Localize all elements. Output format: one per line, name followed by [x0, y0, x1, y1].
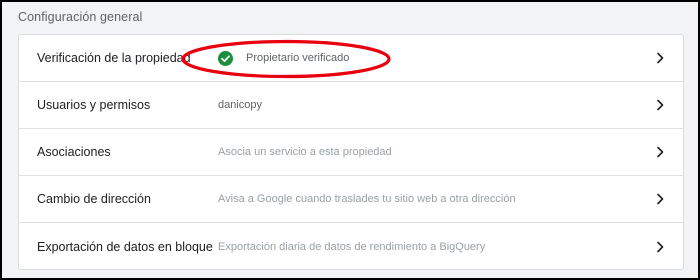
row-value: Avisa a Google cuando traslades tu sitio…: [218, 193, 516, 205]
settings-row-ownership-verification[interactable]: Verificación de la propiedad Propietario…: [19, 35, 683, 82]
row-value: Propietario verificado: [218, 50, 350, 66]
chevron-right-icon: [657, 146, 664, 158]
chevron-right-icon: [657, 99, 664, 111]
settings-row-associations[interactable]: Asociaciones Asocia un servicio a esta p…: [19, 129, 683, 176]
row-value-text: Propietario verificado: [246, 52, 350, 64]
chevron-right-icon: [657, 52, 664, 64]
row-label: Exportación de datos en bloque: [37, 239, 213, 254]
row-label: Cambio de dirección: [37, 192, 151, 206]
screenshot-frame: Configuración general Verificación de la…: [0, 0, 700, 280]
row-label: Asociaciones: [37, 145, 111, 159]
row-value: Asocia un servicio a esta propiedad: [218, 146, 392, 158]
check-circle-icon: [218, 50, 233, 66]
row-value: danicopy: [218, 99, 263, 111]
row-value: Exportación diaria de datos de rendimien…: [218, 240, 486, 253]
settings-card: Verificación de la propiedad Propietario…: [18, 34, 684, 270]
section-title: Configuración general: [18, 10, 143, 24]
settings-row-users-permissions[interactable]: Usuarios y permisos danicopy: [19, 82, 683, 129]
chevron-right-icon: [657, 193, 664, 205]
row-label: Verificación de la propiedad: [37, 51, 191, 65]
settings-row-change-of-address[interactable]: Cambio de dirección Avisa a Google cuand…: [19, 176, 683, 223]
settings-row-bulk-data-export[interactable]: Exportación de datos en bloque Exportaci…: [19, 223, 683, 270]
chevron-right-icon: [657, 241, 664, 252]
row-label: Usuarios y permisos: [37, 98, 151, 112]
